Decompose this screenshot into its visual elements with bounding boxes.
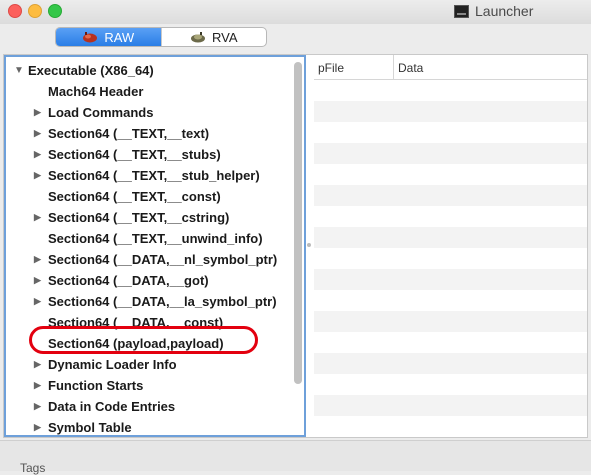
disclosure-expanded-icon[interactable]: ▼ xyxy=(14,60,24,81)
tree-item-label: Section64 (__TEXT,__cstring) xyxy=(48,210,230,225)
tree-item[interactable]: ▶ Section64 (__TEXT,__text) xyxy=(34,123,209,144)
tree-item[interactable]: ▶ Section64 (__TEXT,__stubs) xyxy=(34,144,221,165)
column-header-pfile[interactable]: pFile xyxy=(314,55,394,79)
zoom-window-button[interactable] xyxy=(48,4,62,18)
terminal-icon xyxy=(454,4,469,18)
tree-item[interactable]: ▶ Section64 (__DATA,__got) xyxy=(34,270,209,291)
tree-item-label: Function Starts xyxy=(48,378,144,393)
disclosure-collapsed-icon[interactable]: ▶ xyxy=(34,207,44,228)
tree-item-label: Section64 (__TEXT,__stub_helper) xyxy=(48,168,260,183)
tree-scrollbar[interactable] xyxy=(294,62,302,384)
tree-item-label: Section64 (__DATA,__la_symbol_ptr) xyxy=(48,294,277,309)
title-bar: Launcher xyxy=(0,0,591,24)
tree-item[interactable]: ▶ Symbol Table xyxy=(34,417,132,435)
raw-mode-label: RAW xyxy=(104,29,135,45)
column-header-data[interactable]: Data xyxy=(394,55,574,79)
tree-item[interactable]: Section64 (__TEXT,__unwind_info) xyxy=(34,228,263,249)
main-split-view: ▼ Executable (X86_64) Mach64 Header ▶ Load C… xyxy=(3,54,588,438)
tree-item-label: Section64 (__TEXT,__text) xyxy=(48,126,210,141)
window-title: Launcher xyxy=(454,3,533,19)
rva-icon xyxy=(190,32,205,43)
disclosure-collapsed-icon[interactable]: ▶ xyxy=(34,396,44,417)
disclosure-collapsed-icon[interactable]: ▶ xyxy=(34,123,44,144)
disclosure-collapsed-icon[interactable]: ▶ xyxy=(34,165,44,186)
tree-item[interactable]: ▼ Executable (X86_64) xyxy=(14,60,154,81)
disclosure-collapsed-icon[interactable]: ▶ xyxy=(34,144,44,165)
tree-item-label: Symbol Table xyxy=(48,420,132,435)
close-window-button[interactable] xyxy=(8,4,22,18)
tree-item[interactable]: Mach64 Header xyxy=(34,81,143,102)
tree-item[interactable]: ▶ Function Starts xyxy=(34,375,143,396)
data-table: pFile Data xyxy=(314,55,587,437)
disclosure-collapsed-icon[interactable]: ▶ xyxy=(34,375,44,396)
tree-item[interactable]: ▶ Section64 (__DATA,__la_symbol_ptr) xyxy=(34,291,277,312)
tree-item-label: Section64 (__TEXT,__const) xyxy=(48,189,221,204)
disclosure-collapsed-icon[interactable]: ▶ xyxy=(34,102,44,123)
tree-item[interactable]: ▶ Data in Code Entries xyxy=(34,396,175,417)
split-divider-handle[interactable] xyxy=(307,243,311,247)
raw-mode-button[interactable]: RAW xyxy=(56,28,161,46)
tree-item-label: Executable (X86_64) xyxy=(28,63,154,78)
tree-item[interactable]: Section64 (__TEXT,__const) xyxy=(34,186,221,207)
tree-item-label: Mach64 Header xyxy=(48,84,144,99)
tree-item-label: Section64 (__TEXT,__stubs) xyxy=(48,147,221,162)
table-body xyxy=(314,80,587,437)
rva-mode-button[interactable]: RVA xyxy=(160,28,267,46)
disclosure-collapsed-icon[interactable]: ▶ xyxy=(34,291,44,312)
view-mode-segmented-control: RAW RVA xyxy=(55,27,267,47)
tree-item-label: Section64 (__TEXT,__unwind_info) xyxy=(48,231,263,246)
tree-item[interactable]: ▶ Load Commands xyxy=(34,102,153,123)
tree-item-label: Section64 (__DATA,__nl_symbol_ptr) xyxy=(48,252,278,267)
table-header: pFile Data xyxy=(314,55,587,80)
disclosure-collapsed-icon[interactable]: ▶ xyxy=(34,354,44,375)
tree-item-label: Load Commands xyxy=(48,105,154,120)
tree-item-label: Data in Code Entries xyxy=(48,399,176,414)
minimize-window-button[interactable] xyxy=(28,4,42,18)
window-title-text: Launcher xyxy=(475,3,534,19)
structure-tree: ▼ Executable (X86_64) Mach64 Header ▶ Load C… xyxy=(6,57,290,435)
tree-item[interactable]: ▶ Section64 (__TEXT,__stub_helper) xyxy=(34,165,260,186)
disclosure-collapsed-icon[interactable]: ▶ xyxy=(34,417,44,435)
tree-item-label: Section64 (__DATA,__got) xyxy=(48,273,209,288)
bottom-bar: Tags xyxy=(0,440,591,475)
tree-item[interactable]: ▶ Dynamic Loader Info xyxy=(34,354,177,375)
rva-mode-label: RVA xyxy=(211,29,238,45)
structure-tree-pane[interactable]: ▼ Executable (X86_64) Mach64 Header ▶ Load C… xyxy=(4,55,306,437)
disclosure-collapsed-icon[interactable]: ▶ xyxy=(34,270,44,291)
bottom-bar-text: Tags xyxy=(20,461,46,475)
red-annotation-outline xyxy=(29,326,258,354)
tree-item[interactable]: ▶ Section64 (__DATA,__nl_symbol_ptr) xyxy=(34,249,277,270)
tree-item-label: Dynamic Loader Info xyxy=(48,357,177,372)
raw-icon xyxy=(83,32,98,43)
tree-item[interactable]: ▶ Section64 (__TEXT,__cstring) xyxy=(34,207,229,228)
disclosure-collapsed-icon[interactable]: ▶ xyxy=(34,249,44,270)
